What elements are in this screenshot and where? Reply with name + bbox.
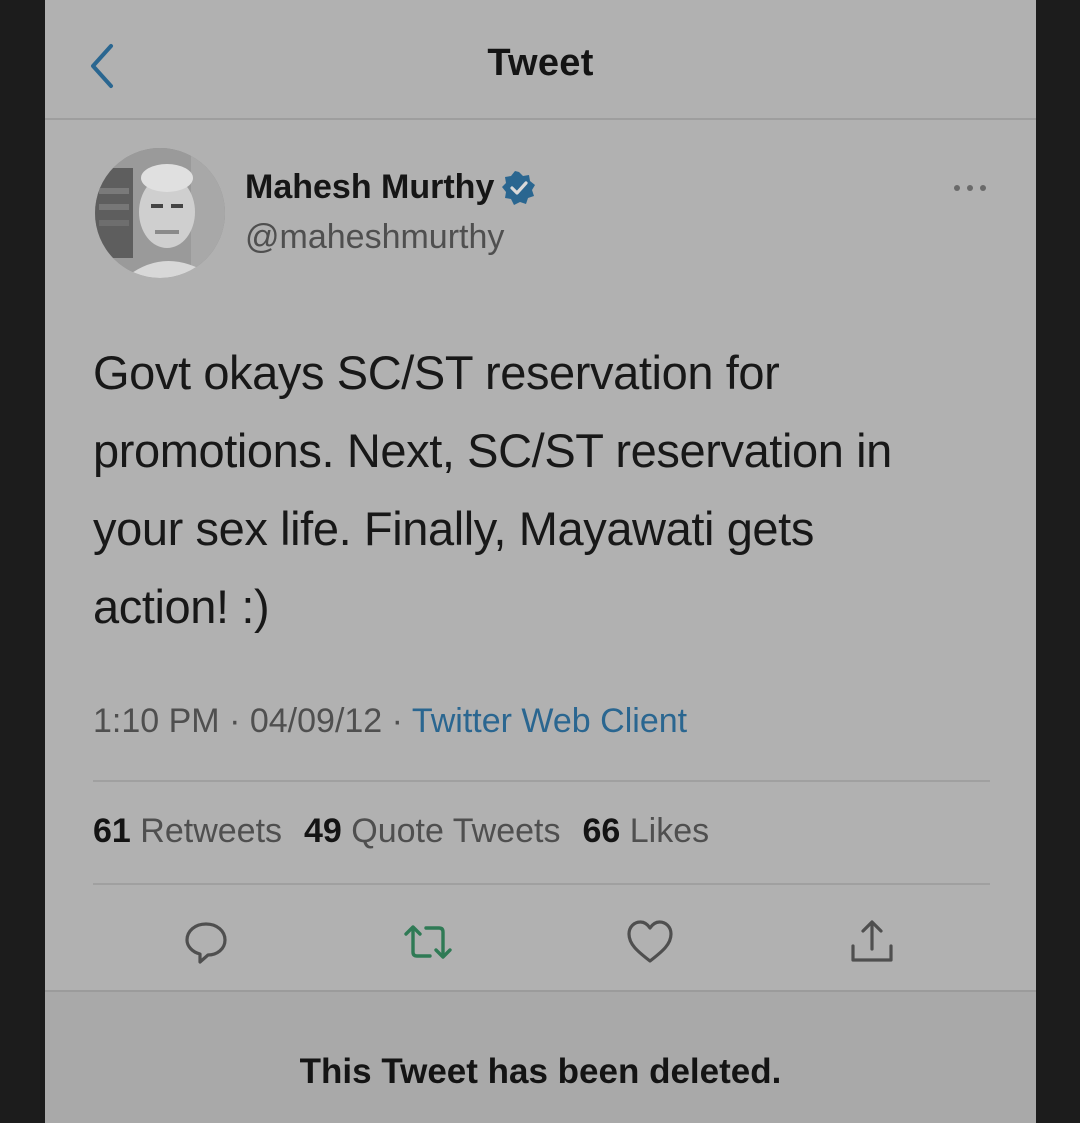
- likes-stat[interactable]: 66 Likes: [582, 812, 709, 851]
- like-icon: [627, 920, 673, 963]
- reply-button[interactable]: [176, 912, 236, 972]
- meta-separator: ·: [229, 702, 241, 740]
- avatar-photo: [95, 148, 225, 278]
- more-options-button[interactable]: [945, 178, 995, 198]
- retweets-stat[interactable]: 61 Retweets: [93, 812, 282, 851]
- tweet-text: Govt okays SC/ST reservation for promoti…: [93, 346, 892, 633]
- deleted-notice-bar: This Tweet has been deleted.: [45, 990, 1036, 1123]
- tweet-meta: 1:10 PM · 04/09/12 · Twitter Web Client: [93, 702, 687, 741]
- quotes-count: 49: [304, 812, 342, 850]
- share-icon: [851, 920, 893, 962]
- tweet-date: 04/09/12: [249, 702, 383, 740]
- action-bar: [45, 912, 1036, 972]
- divider: [93, 780, 990, 782]
- meta-separator: ·: [391, 702, 403, 740]
- quotes-label: Quote Tweets: [351, 812, 561, 850]
- retweet-icon: [404, 925, 452, 959]
- retweet-button[interactable]: [398, 912, 458, 972]
- tweet-time: 1:10 PM: [93, 702, 220, 740]
- retweets-label: Retweets: [140, 812, 283, 850]
- likes-count: 66: [582, 812, 621, 850]
- more-dots-icon: [954, 185, 986, 191]
- quote-tweets-stat[interactable]: 49 Quote Tweets: [304, 812, 560, 851]
- author-display-name: Mahesh Murthy: [245, 168, 495, 206]
- tweet-stats: 61 Retweets 49 Quote Tweets 66 Likes: [93, 812, 709, 851]
- tweet-client-link[interactable]: Twitter Web Client: [412, 702, 687, 740]
- author-handle[interactable]: @maheshmurthy: [245, 218, 504, 257]
- divider: [93, 883, 990, 885]
- author-display-name-row[interactable]: Mahesh Murthy: [245, 168, 536, 207]
- verified-badge-icon: [502, 170, 536, 205]
- tweet-screen: Tweet Mahesh Murthy @maheshmurthy Govt o…: [45, 0, 1036, 1123]
- likes-label: Likes: [629, 812, 710, 850]
- page-title: Tweet: [487, 42, 594, 84]
- avatar[interactable]: [95, 148, 225, 278]
- top-nav-bar: Tweet: [45, 0, 1036, 120]
- reply-icon: [185, 922, 227, 964]
- retweets-count: 61: [93, 812, 131, 850]
- share-button[interactable]: [842, 912, 902, 972]
- like-button[interactable]: [620, 912, 680, 972]
- deleted-notice-text: This Tweet has been deleted.: [299, 1052, 782, 1091]
